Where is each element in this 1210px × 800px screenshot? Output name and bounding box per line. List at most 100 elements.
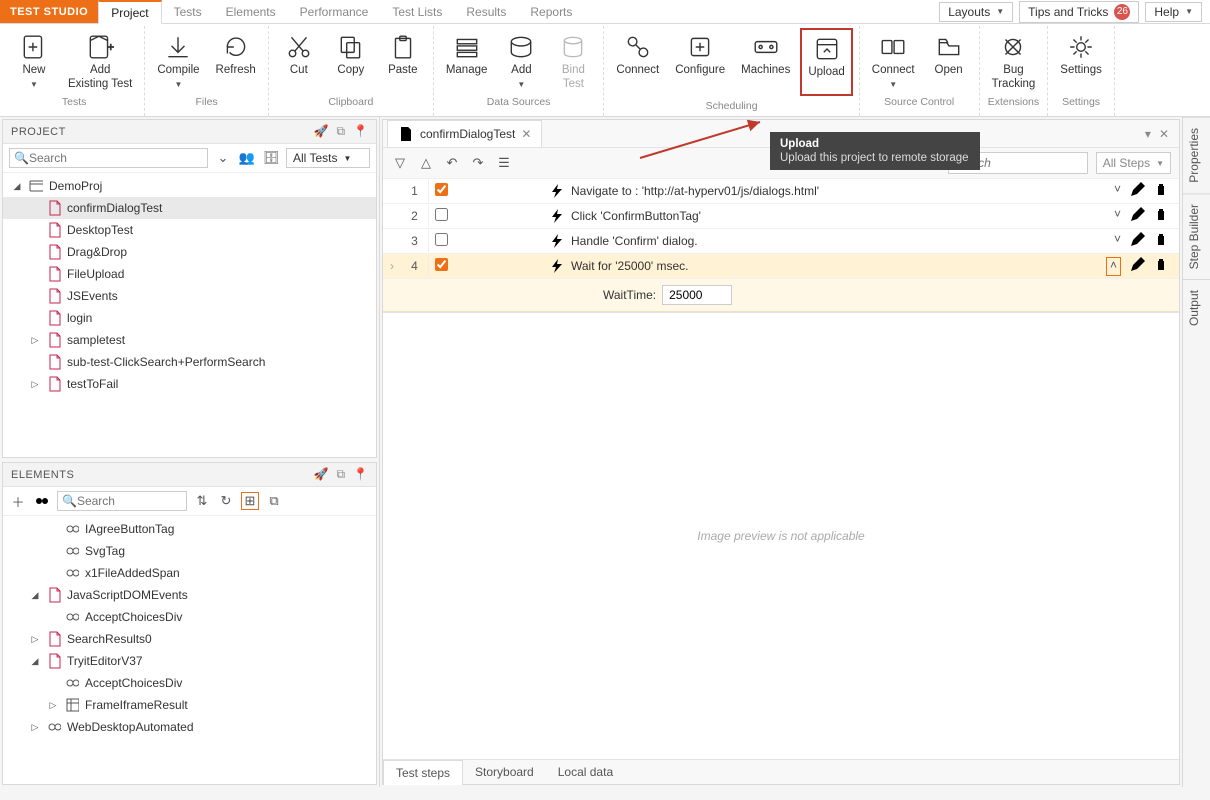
expand-arrow-icon[interactable]: ▷	[29, 634, 41, 645]
ribbon-settings[interactable]: Settings	[1052, 26, 1110, 94]
step-enabled-checkbox[interactable]	[435, 208, 448, 221]
menu-tab-project[interactable]: Project	[98, 0, 161, 24]
tree-item[interactable]: ◢DemoProj	[3, 175, 376, 197]
help-dropdown[interactable]: Help▼	[1145, 2, 1202, 22]
tree-item[interactable]: AcceptChoicesDiv	[3, 672, 376, 694]
expand-arrow-icon[interactable]: ◢	[11, 181, 23, 192]
ribbon-add-existing-test[interactable]: AddExisting Test	[60, 26, 140, 94]
step-delete-icon[interactable]	[1153, 182, 1169, 201]
step-delete-icon[interactable]	[1153, 207, 1169, 226]
step-enabled-checkbox[interactable]	[435, 183, 448, 196]
menu-tab-tests[interactable]: Tests	[162, 0, 214, 23]
step-expand-icon[interactable]: ˄	[1106, 257, 1121, 276]
step-expand-icon[interactable]: ˅	[1114, 232, 1121, 251]
rocket-icon[interactable]: 🚀	[314, 467, 329, 482]
tree-item[interactable]: AcceptChoicesDiv	[3, 606, 376, 628]
users-icon[interactable]: 👥	[238, 149, 256, 167]
step-delete-icon[interactable]	[1153, 257, 1169, 276]
ribbon-bug-tracking[interactable]: BugTracking	[984, 26, 1044, 94]
step-expand-icon[interactable]: ˅	[1114, 207, 1121, 226]
step-enabled-checkbox[interactable]	[435, 233, 448, 246]
step-row[interactable]: 2Click 'ConfirmButtonTag'˅	[383, 204, 1179, 229]
refresh-icon[interactable]: ↻	[217, 492, 235, 510]
step-edit-icon[interactable]	[1129, 232, 1145, 251]
tree-item[interactable]: ▷sampletest	[3, 329, 376, 351]
undo-icon[interactable]: ↶	[443, 154, 461, 172]
menu-tab-test-lists[interactable]: Test Lists	[380, 0, 454, 23]
redo-icon[interactable]: ↷	[469, 154, 487, 172]
collapse-all-icon[interactable]: ⧉	[265, 492, 283, 510]
menu-tab-results[interactable]: Results	[454, 0, 518, 23]
pin-icon[interactable]: 📍	[353, 124, 368, 139]
close-all-icon[interactable]: ✕	[1159, 127, 1169, 141]
step-row[interactable]: 1Navigate to : 'http://at-hyperv01/js/di…	[383, 179, 1179, 204]
project-search-input[interactable]	[29, 151, 203, 165]
ribbon-open[interactable]: Open	[923, 26, 975, 94]
step-delete-icon[interactable]	[1153, 232, 1169, 251]
expand-arrow-icon[interactable]: ▷	[29, 335, 41, 346]
ribbon-copy[interactable]: Copy	[325, 26, 377, 94]
pin-icon[interactable]: 📍	[353, 467, 368, 482]
tree-item[interactable]: ◢JavaScriptDOMEvents	[3, 584, 376, 606]
popout-icon[interactable]: ⧉	[336, 124, 345, 139]
bottom-tab-storyboard[interactable]: Storyboard	[463, 760, 546, 784]
project-search[interactable]: 🔍	[9, 148, 208, 168]
expand-arrow-icon[interactable]: ▷	[47, 700, 59, 711]
record-icon[interactable]: ☰	[495, 154, 513, 172]
ribbon-cut[interactable]: Cut	[273, 26, 325, 94]
tree-item[interactable]: DesktopTest	[3, 219, 376, 241]
ribbon-machines[interactable]: Machines	[733, 26, 798, 98]
rocket-icon[interactable]: 🚀	[314, 124, 329, 139]
document-tab[interactable]: confirmDialogTest ✕	[387, 120, 542, 147]
ribbon-connect[interactable]: Connect▼	[864, 26, 923, 94]
sort-icon[interactable]: ⇅	[193, 492, 211, 510]
ribbon-new[interactable]: New▼	[8, 26, 60, 94]
bottom-tab-test-steps[interactable]: Test steps	[383, 760, 463, 785]
tree-item[interactable]: sub-test-ClickSearch+PerformSearch	[3, 351, 376, 373]
tab-menu-icon[interactable]: ▾	[1145, 127, 1151, 141]
step-edit-icon[interactable]	[1129, 257, 1145, 276]
tree-item[interactable]: Drag&Drop	[3, 241, 376, 263]
ribbon-paste[interactable]: Paste	[377, 26, 429, 94]
menu-tab-performance[interactable]: Performance	[288, 0, 381, 23]
elements-search-input[interactable]	[77, 494, 182, 508]
popout-icon[interactable]: ⧉	[336, 467, 345, 482]
ribbon-refresh[interactable]: Refresh	[208, 26, 264, 94]
layouts-dropdown[interactable]: Layouts▼	[939, 2, 1013, 22]
step-enabled-checkbox[interactable]	[435, 258, 448, 271]
collapse-icon[interactable]: ⌄	[214, 149, 232, 167]
tree-item[interactable]: ▷testToFail	[3, 373, 376, 395]
side-tab-properties[interactable]: Properties	[1183, 117, 1210, 193]
tree-item[interactable]: ◢TryitEditorV37	[3, 650, 376, 672]
ribbon-add[interactable]: Add▼	[495, 26, 547, 94]
step-edit-icon[interactable]	[1129, 207, 1145, 226]
tips-button[interactable]: Tips and Tricks 26	[1019, 1, 1139, 23]
expand-arrow-icon[interactable]: ◢	[29, 590, 41, 601]
ribbon-configure[interactable]: Configure	[667, 26, 733, 98]
step-row[interactable]: 3Handle 'Confirm' dialog.˅	[383, 229, 1179, 254]
ribbon-manage[interactable]: Manage	[438, 26, 496, 94]
tree-item[interactable]: confirmDialogTest	[3, 197, 376, 219]
storage-icon[interactable]: 🗄	[262, 149, 280, 167]
tree-item[interactable]: FileUpload	[3, 263, 376, 285]
expand-arrow-icon[interactable]: ▷	[29, 379, 41, 390]
link-icon[interactable]	[33, 492, 51, 510]
close-tab-icon[interactable]: ✕	[521, 127, 531, 141]
elements-search[interactable]: 🔍	[57, 491, 187, 511]
project-filter-dropdown[interactable]: All Tests▼	[286, 148, 370, 168]
tree-item[interactable]: ▷WebDesktopAutomated	[3, 716, 376, 738]
expand-arrow-icon[interactable]: ◢	[29, 656, 41, 667]
ribbon-upload[interactable]: Upload	[800, 28, 852, 96]
bottom-tab-local-data[interactable]: Local data	[546, 760, 625, 784]
menu-tab-reports[interactable]: Reports	[518, 0, 584, 23]
tree-item[interactable]: SvgTag	[3, 540, 376, 562]
tree-item[interactable]: x1FileAddedSpan	[3, 562, 376, 584]
expand-all-icon[interactable]: ⊞	[241, 492, 259, 510]
add-element-icon[interactable]: ＋	[9, 492, 27, 510]
side-tab-output[interactable]: Output	[1183, 279, 1210, 336]
tree-item[interactable]: ▷FrameIframeResult	[3, 694, 376, 716]
menu-tab-elements[interactable]: Elements	[214, 0, 288, 23]
tree-item[interactable]: IAgreeButtonTag	[3, 518, 376, 540]
step-edit-icon[interactable]	[1129, 182, 1145, 201]
tree-item[interactable]: login	[3, 307, 376, 329]
